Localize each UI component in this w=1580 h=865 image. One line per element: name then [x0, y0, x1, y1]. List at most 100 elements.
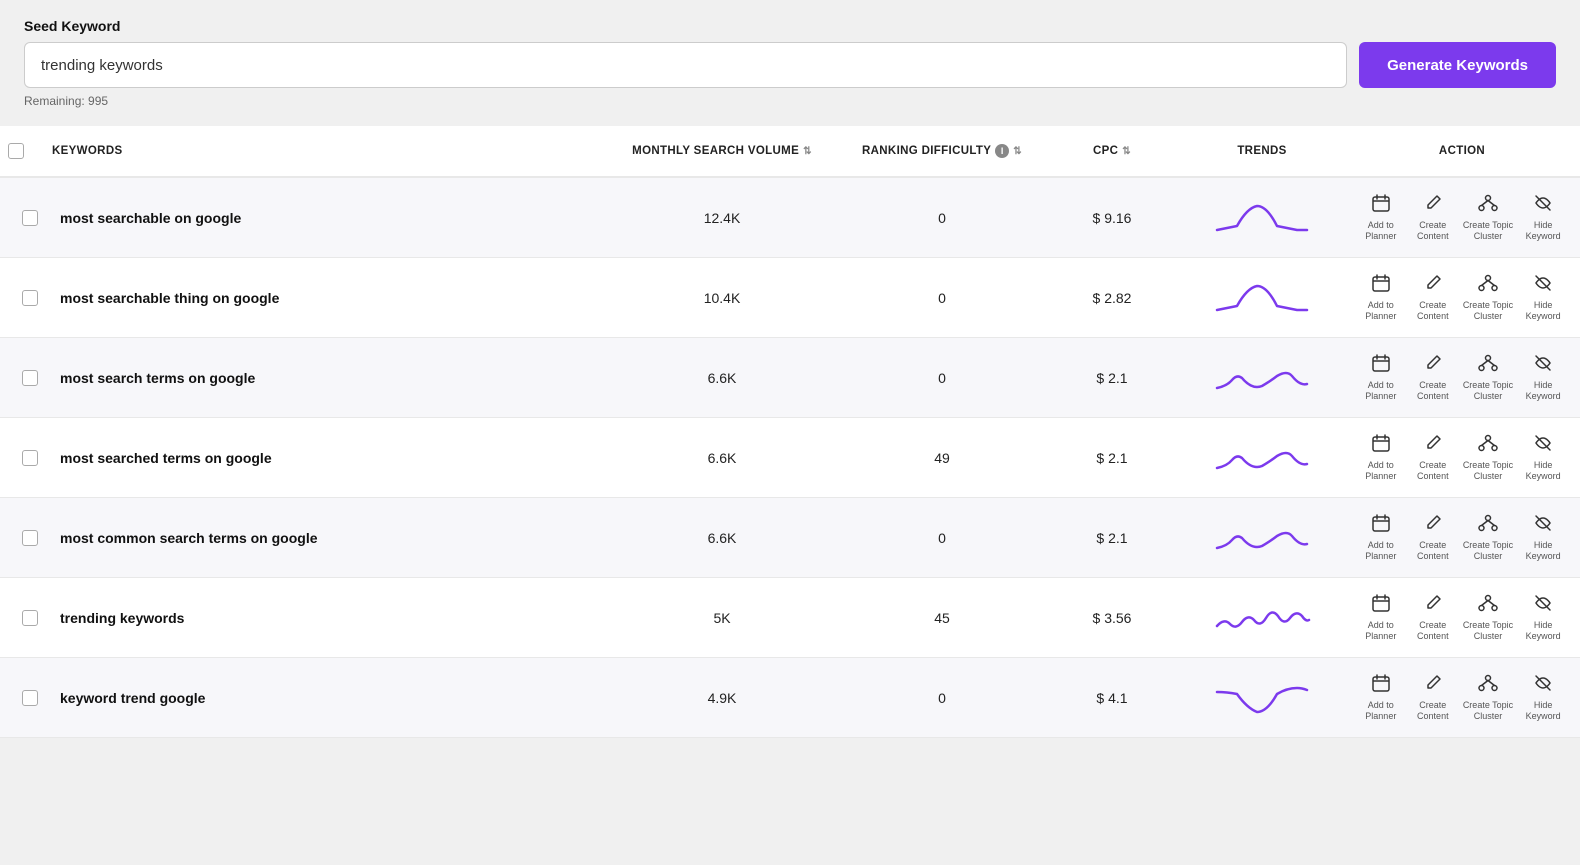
hide-keyword-button-icon [1533, 673, 1553, 698]
add-to-planner-button[interactable]: Add toPlanner [1359, 673, 1403, 722]
trends-cell [1172, 518, 1352, 558]
col-header-keywords: KEYWORDS [52, 145, 612, 157]
add-to-planner-button[interactable]: Add toPlanner [1359, 433, 1403, 482]
hide-keyword-button-icon [1533, 273, 1553, 298]
table-header: KEYWORDS MONTHLY SEARCH VOLUME ⇅ RANKING… [0, 126, 1580, 178]
add-to-planner-button-icon [1371, 273, 1391, 298]
create-topic-cluster-button-label: Create TopicCluster [1463, 220, 1513, 242]
hide-keyword-button-label: HideKeyword [1526, 620, 1561, 642]
col-header-action: ACTION [1352, 145, 1572, 157]
create-topic-cluster-button[interactable]: Create TopicCluster [1463, 273, 1513, 322]
create-content-button[interactable]: CreateContent [1411, 513, 1455, 562]
keyword-cell: most searchable on google [52, 210, 612, 226]
row-checkbox[interactable] [22, 290, 38, 306]
hide-keyword-button[interactable]: HideKeyword [1521, 673, 1565, 722]
create-topic-cluster-button[interactable]: Create TopicCluster [1463, 353, 1513, 402]
create-content-button-label: CreateContent [1417, 620, 1449, 642]
create-content-button[interactable]: CreateContent [1411, 593, 1455, 642]
add-to-planner-button-icon [1371, 513, 1391, 538]
hide-keyword-button[interactable]: HideKeyword [1521, 513, 1565, 562]
select-all-checkbox[interactable] [8, 143, 24, 159]
hide-keyword-button[interactable]: HideKeyword [1521, 433, 1565, 482]
volume-cell: 5K [612, 610, 832, 626]
create-content-button[interactable]: CreateContent [1411, 353, 1455, 402]
add-to-planner-button-label: Add toPlanner [1365, 540, 1396, 562]
action-cell: Add toPlanner CreateContent Create Topic… [1352, 513, 1572, 562]
trends-cell [1172, 438, 1352, 478]
difficulty-info-icon[interactable]: i [995, 144, 1009, 158]
row-checkbox[interactable] [22, 530, 38, 546]
action-cell: Add toPlanner CreateContent Create Topic… [1352, 673, 1572, 722]
create-content-button-icon [1423, 593, 1443, 618]
create-topic-cluster-button-icon [1478, 433, 1498, 458]
add-to-planner-button[interactable]: Add toPlanner [1359, 193, 1403, 242]
create-topic-cluster-button-label: Create TopicCluster [1463, 540, 1513, 562]
create-topic-cluster-button-label: Create TopicCluster [1463, 300, 1513, 322]
create-content-button[interactable]: CreateContent [1411, 193, 1455, 242]
create-topic-cluster-button-label: Create TopicCluster [1463, 620, 1513, 642]
create-topic-cluster-button[interactable]: Create TopicCluster [1463, 513, 1513, 562]
hide-keyword-button[interactable]: HideKeyword [1521, 353, 1565, 402]
create-content-button[interactable]: CreateContent [1411, 273, 1455, 322]
trends-cell [1172, 678, 1352, 718]
action-cell: Add toPlanner CreateContent Create Topic… [1352, 193, 1572, 242]
hide-keyword-button[interactable]: HideKeyword [1521, 273, 1565, 322]
row-checkbox-cell [8, 690, 52, 706]
cpc-cell: $ 2.1 [1052, 530, 1172, 546]
row-checkbox[interactable] [22, 690, 38, 706]
row-checkbox[interactable] [22, 370, 38, 386]
row-checkbox[interactable] [22, 450, 38, 466]
difficulty-cell: 0 [832, 210, 1052, 226]
hide-keyword-button[interactable]: HideKeyword [1521, 193, 1565, 242]
difficulty-cell: 0 [832, 370, 1052, 386]
cpc-cell: $ 2.82 [1052, 290, 1172, 306]
generate-keywords-button[interactable]: Generate Keywords [1359, 42, 1556, 88]
hide-keyword-button-icon [1533, 193, 1553, 218]
difficulty-sort-icon[interactable]: ⇅ [1013, 146, 1022, 157]
create-topic-cluster-button[interactable]: Create TopicCluster [1463, 193, 1513, 242]
add-to-planner-button[interactable]: Add toPlanner [1359, 593, 1403, 642]
create-topic-cluster-button-label: Create TopicCluster [1463, 380, 1513, 402]
cpc-cell: $ 9.16 [1052, 210, 1172, 226]
add-to-planner-button[interactable]: Add toPlanner [1359, 273, 1403, 322]
row-checkbox-cell [8, 210, 52, 226]
table-body: most searchable on google 12.4K 0 $ 9.16… [0, 178, 1580, 738]
keyword-cell: trending keywords [52, 610, 612, 626]
table-row: most searchable thing on google 10.4K 0 … [0, 258, 1580, 338]
hide-keyword-button-icon [1533, 513, 1553, 538]
trends-cell [1172, 198, 1352, 238]
cpc-cell: $ 2.1 [1052, 450, 1172, 466]
hide-keyword-button-icon [1533, 353, 1553, 378]
hide-keyword-button-label: HideKeyword [1526, 380, 1561, 402]
hide-keyword-button-label: HideKeyword [1526, 220, 1561, 242]
create-topic-cluster-button-label: Create TopicCluster [1463, 460, 1513, 482]
create-content-button-icon [1423, 193, 1443, 218]
row-checkbox[interactable] [22, 610, 38, 626]
col-header-difficulty: RANKING DIFFICULTY i ⇅ [832, 144, 1052, 158]
create-topic-cluster-button[interactable]: Create TopicCluster [1463, 593, 1513, 642]
add-to-planner-button[interactable]: Add toPlanner [1359, 513, 1403, 562]
seed-keyword-input[interactable] [24, 42, 1347, 88]
create-topic-cluster-button[interactable]: Create TopicCluster [1463, 673, 1513, 722]
create-content-button-icon [1423, 353, 1443, 378]
create-topic-cluster-button-icon [1478, 513, 1498, 538]
row-checkbox[interactable] [22, 210, 38, 226]
table-row: most searchable on google 12.4K 0 $ 9.16… [0, 178, 1580, 258]
volume-cell: 4.9K [612, 690, 832, 706]
cpc-sort-icon[interactable]: ⇅ [1122, 146, 1131, 157]
create-content-button[interactable]: CreateContent [1411, 433, 1455, 482]
hide-keyword-button[interactable]: HideKeyword [1521, 593, 1565, 642]
trends-cell [1172, 358, 1352, 398]
create-content-button[interactable]: CreateContent [1411, 673, 1455, 722]
col-header-cpc: CPC ⇅ [1052, 145, 1172, 157]
keyword-cell: most common search terms on google [52, 530, 612, 546]
table-row: most searched terms on google 6.6K 49 $ … [0, 418, 1580, 498]
add-to-planner-button[interactable]: Add toPlanner [1359, 353, 1403, 402]
create-topic-cluster-button[interactable]: Create TopicCluster [1463, 433, 1513, 482]
keywords-table: KEYWORDS MONTHLY SEARCH VOLUME ⇅ RANKING… [0, 126, 1580, 738]
difficulty-cell: 49 [832, 450, 1052, 466]
add-to-planner-button-icon [1371, 673, 1391, 698]
cpc-cell: $ 4.1 [1052, 690, 1172, 706]
volume-sort-icon[interactable]: ⇅ [803, 146, 812, 157]
difficulty-cell: 45 [832, 610, 1052, 626]
